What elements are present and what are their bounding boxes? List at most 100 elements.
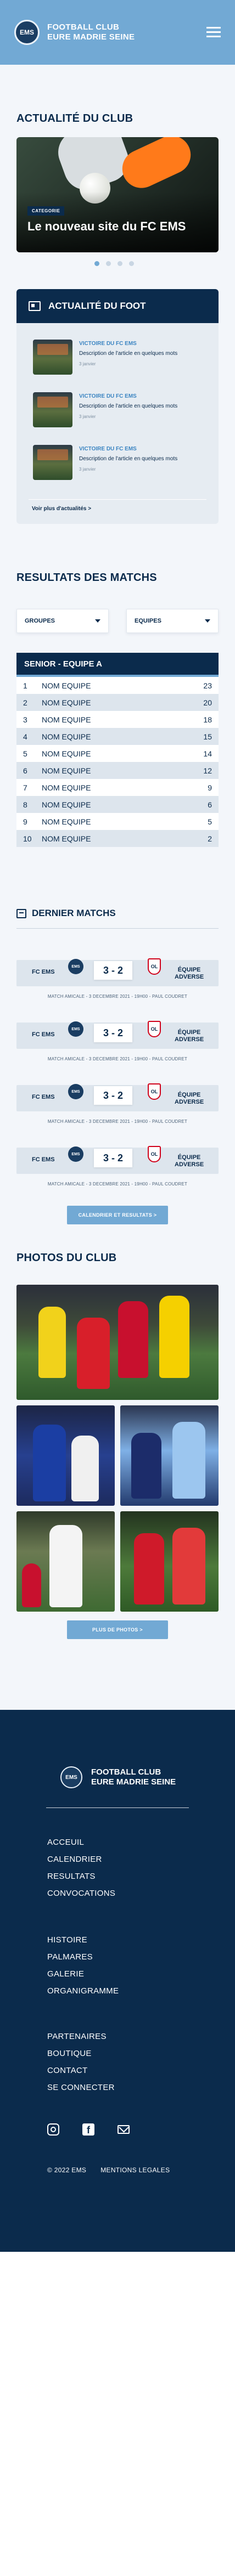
hero-category-badge: CATEGORIE bbox=[27, 206, 65, 216]
carousel-dot[interactable] bbox=[106, 261, 111, 266]
copyright: © 2022 EMS bbox=[47, 2166, 87, 2174]
rank: 4 bbox=[23, 732, 27, 741]
away-crest: OL bbox=[148, 1021, 161, 1037]
mail-icon[interactable] bbox=[118, 2125, 130, 2134]
table-row[interactable]: 8 NOM EQUIPE 6 bbox=[16, 796, 219, 813]
match-card[interactable]: FC EMS EMS 3 - 2 OL ÉQUIPE ADVERSE MATCH AMICA… bbox=[16, 1015, 219, 1070]
points: 5 bbox=[208, 817, 212, 826]
results-title: RESULTATS DES MATCHS bbox=[16, 572, 157, 584]
footer-link[interactable]: CONVOCATIONS bbox=[47, 1885, 115, 1902]
table-row[interactable]: 4 NOM EQUIPE 15 bbox=[16, 728, 219, 745]
team-name: NOM EQUIPE bbox=[42, 783, 91, 792]
footer-link[interactable]: PALMARES bbox=[47, 1948, 119, 1965]
teams-select[interactable]: EQUIPES bbox=[126, 609, 219, 633]
match-card[interactable]: FC EMS EMS 3 - 2 OL ÉQUIPE ADVERSE MATCH AMICA… bbox=[16, 1140, 219, 1195]
foot-news-card: ACTUALITÉ DU FOOT VICTOIRE DU FC EMS Des… bbox=[16, 289, 219, 524]
rank: 2 bbox=[23, 698, 27, 707]
footer-link[interactable]: BOUTIQUE bbox=[47, 2045, 115, 2062]
club-crest-logo[interactable]: EMS bbox=[14, 20, 40, 45]
calendar-results-button[interactable]: CALENDRIER ET RESULTATS > bbox=[67, 1206, 168, 1224]
team-name: NOM EQUIPE bbox=[42, 749, 91, 758]
match-card[interactable]: FC EMS EMS 3 - 2 OL ÉQUIPE ADVERSE MATCH AMICA… bbox=[16, 1077, 219, 1132]
newspaper-icon bbox=[29, 301, 41, 311]
footer-link[interactable]: CALENDRIER bbox=[47, 1851, 115, 1868]
table-row[interactable]: 10 NOM EQUIPE 2 bbox=[16, 830, 219, 847]
match-score: 3 - 2 bbox=[94, 961, 132, 980]
footer-link[interactable]: ORGANIGRAMME bbox=[47, 1982, 119, 1999]
club-name[interactable]: FOOTBALL CLUB EURE MADRIE SEINE bbox=[47, 22, 135, 42]
last-matches-title: DERNIER MATCHS bbox=[32, 908, 116, 918]
points: 23 bbox=[203, 681, 212, 690]
carousel-dot[interactable] bbox=[118, 261, 122, 266]
news-item[interactable]: VICTOIRE DU FC EMS Description de l'arti… bbox=[33, 445, 189, 480]
table-row[interactable]: 6 NOM EQUIPE 12 bbox=[16, 762, 219, 779]
footer-link[interactable]: CONTACT bbox=[47, 2062, 115, 2079]
legal-link[interactable]: MENTIONS LEGALES bbox=[100, 2166, 170, 2174]
rank: 3 bbox=[23, 715, 27, 724]
groups-select[interactable]: GROUPES bbox=[16, 609, 109, 633]
table-row[interactable]: 3 NOM EQUIPE 18 bbox=[16, 711, 219, 728]
hero-slide[interactable]: CATEGORIE Le nouveau site du FC EMS bbox=[16, 137, 219, 252]
standings-rows: 1 NOM EQUIPE 23 2 NOM EQUIPE 20 3 NOM EQUIPE 18 4… bbox=[16, 677, 219, 847]
instagram-icon[interactable] bbox=[47, 2123, 59, 2136]
away-team: ÉQUIPE ADVERSE bbox=[175, 1029, 204, 1043]
team-name: NOM EQUIPE bbox=[42, 681, 91, 690]
footer-link[interactable]: GALERIE bbox=[47, 1965, 119, 1982]
carousel-dot[interactable] bbox=[129, 261, 134, 266]
table-row[interactable]: 2 NOM EQUIPE 20 bbox=[16, 694, 219, 711]
news-item[interactable]: VICTOIRE DU FC EMS Description de l'arti… bbox=[33, 340, 189, 375]
points: 2 bbox=[208, 834, 212, 843]
footer-link[interactable]: HISTOIRE bbox=[47, 1931, 119, 1948]
news-description: Description de l'article en quelques mot… bbox=[79, 351, 178, 357]
table-row[interactable]: 1 NOM EQUIPE 23 bbox=[16, 677, 219, 694]
photos-title: PHOTOS DU CLUB bbox=[16, 1252, 117, 1264]
rank: 10 bbox=[23, 834, 32, 843]
news-thumbnail bbox=[33, 340, 72, 375]
table-row[interactable]: 9 NOM EQUIPE 5 bbox=[16, 813, 219, 830]
footer-link[interactable]: SE CONNECTER bbox=[47, 2079, 115, 2096]
rank: 9 bbox=[23, 817, 27, 826]
footer-brand[interactable]: EMS FOOTBALL CLUB EURE MADRIE SEINE bbox=[60, 1766, 176, 1788]
footer-link[interactable]: ACCEUIL bbox=[47, 1834, 115, 1851]
footer-link[interactable]: PARTENAIRES bbox=[47, 2028, 115, 2045]
rank: 8 bbox=[23, 800, 27, 809]
home-crest: EMS bbox=[68, 1021, 83, 1037]
match-score: 3 - 2 bbox=[94, 1149, 132, 1167]
away-team: ÉQUIPE ADVERSE bbox=[175, 1092, 204, 1106]
news-item[interactable]: VICTOIRE DU FC EMS Description de l'arti… bbox=[33, 392, 189, 427]
page: EMS FOOTBALL CLUB EURE MADRIE SEINE ACTU… bbox=[0, 0, 235, 2576]
carousel-dot[interactable] bbox=[94, 261, 99, 266]
club-photo[interactable] bbox=[16, 1405, 115, 1506]
team-name: NOM EQUIPE bbox=[42, 834, 91, 843]
table-row[interactable]: 7 NOM EQUIPE 9 bbox=[16, 779, 219, 796]
club-photo[interactable] bbox=[120, 1405, 219, 1506]
more-news-link[interactable]: Voir plus d'actualités > bbox=[32, 506, 91, 512]
points: 12 bbox=[203, 766, 212, 775]
rank: 6 bbox=[23, 766, 27, 775]
match-card[interactable]: FC EMS EMS 3 - 2 OL ÉQUIPE ADVERSE MATCH AMICA… bbox=[16, 952, 219, 1007]
match-score: 3 - 2 bbox=[94, 1024, 132, 1042]
facebook-icon[interactable]: f bbox=[82, 2123, 94, 2136]
more-photos-button[interactable]: PLUS DE PHOTOS > bbox=[67, 1620, 168, 1639]
standings-table-title: SENIOR - EQUIPE A bbox=[16, 653, 219, 677]
menu-icon[interactable] bbox=[206, 27, 221, 38]
away-crest: OL bbox=[148, 1083, 161, 1100]
club-photo[interactable] bbox=[16, 1285, 219, 1400]
table-row[interactable]: 5 NOM EQUIPE 14 bbox=[16, 745, 219, 762]
away-team-line1: ÉQUIPE bbox=[177, 1154, 201, 1161]
away-team: ÉQUIPE ADVERSE bbox=[175, 1154, 204, 1168]
points: 18 bbox=[203, 715, 212, 724]
site-footer: EMS FOOTBALL CLUB EURE MADRIE SEINE ACCE… bbox=[0, 1710, 235, 2252]
club-photo[interactable] bbox=[16, 1511, 115, 1612]
home-team: FC EMS bbox=[32, 1156, 55, 1163]
site-header: EMS FOOTBALL CLUB EURE MADRIE SEINE bbox=[0, 0, 235, 65]
foot-news-title: ACTUALITÉ DU FOOT bbox=[48, 301, 146, 311]
footer-link[interactable]: RESULTATS bbox=[47, 1868, 115, 1885]
footer-divider bbox=[46, 1807, 189, 1808]
news-description: Description de l'article en quelques mot… bbox=[79, 403, 178, 409]
club-photo[interactable] bbox=[120, 1511, 219, 1612]
home-crest: EMS bbox=[68, 1146, 83, 1162]
news-kicker: VICTOIRE DU FC EMS bbox=[79, 446, 137, 452]
news-thumbnail bbox=[33, 392, 72, 427]
away-team-line2: ADVERSE bbox=[175, 1099, 204, 1105]
